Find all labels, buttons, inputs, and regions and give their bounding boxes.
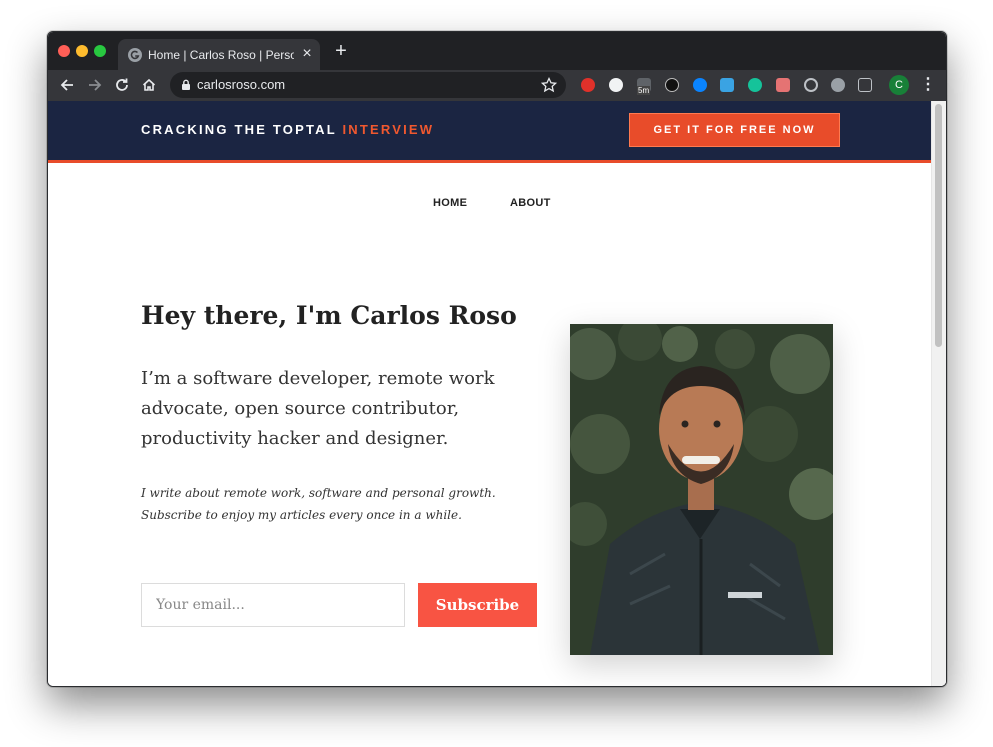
intro-paragraph: I’m a software developer, remote work ad… xyxy=(141,368,495,449)
forward-icon[interactable] xyxy=(84,74,106,96)
email-field[interactable] xyxy=(141,583,405,627)
lock-icon xyxy=(179,78,193,92)
extension-red-icon[interactable] xyxy=(581,78,595,92)
browser-window: Home | Carlos Roso | Personal × + carlos… xyxy=(47,31,947,687)
nav-item-home[interactable]: HOME xyxy=(433,197,467,209)
tab-strip: Home | Carlos Roso | Personal × + xyxy=(48,32,946,70)
page-scrollbar[interactable] xyxy=(931,101,946,686)
extension-grammarly-icon[interactable] xyxy=(748,78,762,92)
extension-grey-icon[interactable] xyxy=(831,78,845,92)
scroll-thumb[interactable] xyxy=(935,104,942,347)
main-nav: HOME ABOUT xyxy=(48,197,932,217)
profile-avatar[interactable]: C xyxy=(889,75,909,95)
tab-home[interactable]: Home | Carlos Roso | Personal × xyxy=(118,39,320,70)
extension-ghost-icon[interactable] xyxy=(665,78,679,92)
get-it-free-button[interactable]: GET IT FOR FREE NOW xyxy=(629,113,840,147)
page-title: Hey there, I'm Carlos Roso xyxy=(141,301,517,330)
profile-photo xyxy=(570,324,833,655)
extension-target-icon[interactable] xyxy=(804,78,818,92)
star-icon[interactable] xyxy=(540,76,558,94)
extension-badge: 5m xyxy=(637,86,651,95)
home-icon[interactable] xyxy=(138,74,160,96)
close-icon[interactable]: × xyxy=(299,46,315,62)
address-bar[interactable]: carlosroso.com xyxy=(170,72,566,98)
banner-title-accent: INTERVIEW xyxy=(342,122,435,137)
extension-pink-icon[interactable] xyxy=(776,78,790,92)
extension-timer-icon[interactable]: 5m xyxy=(637,78,651,95)
site-favicon-icon xyxy=(128,48,142,62)
browser-toolbar: carlosroso.com 5m C ⋮ xyxy=(48,70,946,101)
close-window-button[interactable] xyxy=(58,45,70,57)
kebab-menu-icon[interactable]: ⋮ xyxy=(920,75,936,95)
extension-image-icon[interactable] xyxy=(720,78,734,92)
plus-icon[interactable]: + xyxy=(331,41,351,61)
banner-title-main: CRACKING THE TOPTAL xyxy=(141,122,337,137)
extension-puzzle-icon[interactable] xyxy=(858,78,872,92)
reload-icon[interactable] xyxy=(111,74,133,96)
tab-title: Home | Carlos Roso | Personal xyxy=(148,48,294,62)
subscribe-button[interactable]: Subscribe xyxy=(418,583,537,627)
nav-item-about[interactable]: ABOUT xyxy=(510,197,551,209)
extension-blue-icon[interactable] xyxy=(693,78,707,92)
promo-banner: CRACKING THE TOPTAL INTERVIEW GET IT FOR… xyxy=(48,101,932,163)
extension-white-icon[interactable] xyxy=(609,78,623,92)
back-icon[interactable] xyxy=(56,74,78,96)
url-text: carlosroso.com xyxy=(197,77,286,92)
zoom-window-button[interactable] xyxy=(94,45,106,57)
minimize-window-button[interactable] xyxy=(76,45,88,57)
subscribe-blurb: I write about remote work, software and … xyxy=(141,486,496,522)
banner-title: CRACKING THE TOPTAL INTERVIEW xyxy=(141,122,434,137)
page-viewport: CRACKING THE TOPTAL INTERVIEW GET IT FOR… xyxy=(48,101,946,686)
